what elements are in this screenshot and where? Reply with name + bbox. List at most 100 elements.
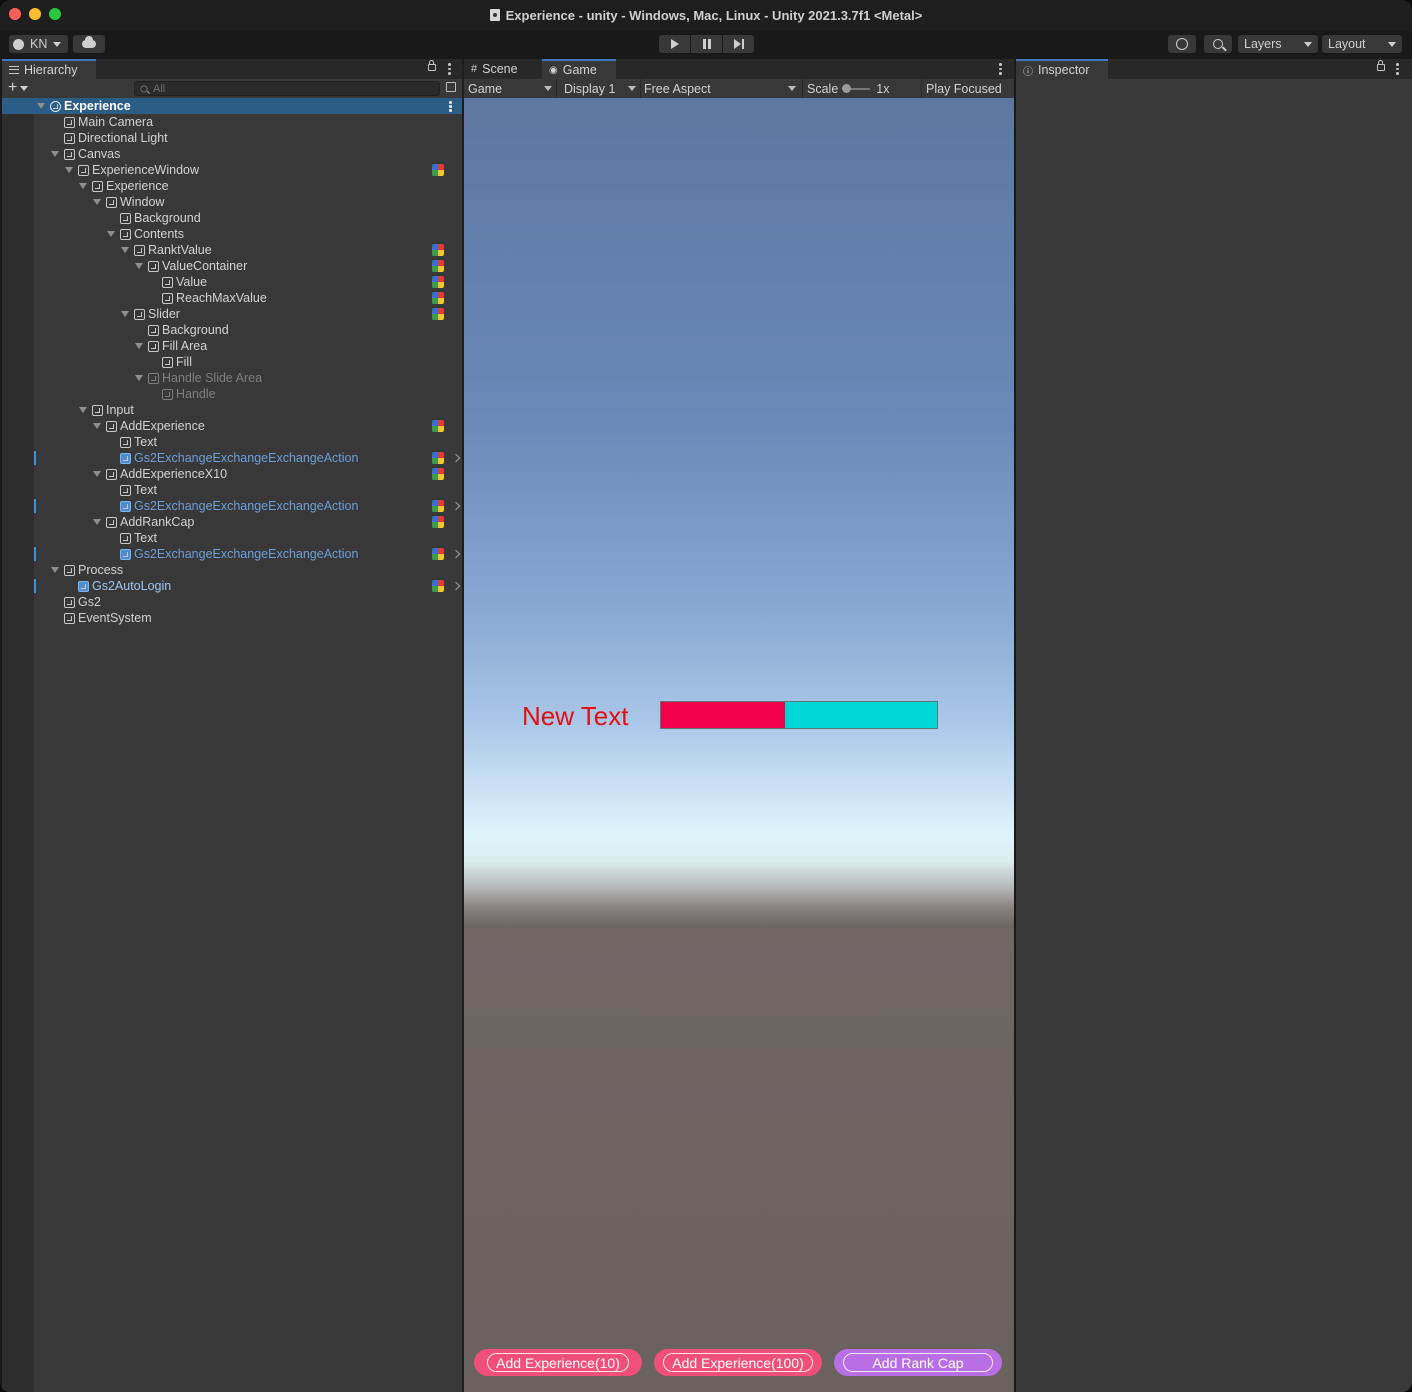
experience-slider[interactable] — [660, 701, 938, 729]
more-options-icon[interactable] — [999, 63, 1002, 75]
tab-hierarchy[interactable]: Hierarchy — [2, 59, 96, 79]
hierarchy-row[interactable]: Gs2 — [2, 594, 462, 610]
plus-icon: + — [8, 79, 18, 96]
play-focused-dropdown[interactable]: Play Focused — [926, 79, 1002, 98]
hierarchy-row[interactable]: ReachMaxValue — [2, 290, 462, 306]
hierarchy-row[interactable]: Fill — [2, 354, 462, 370]
game-viewport[interactable]: New Text Add Experience(10) Add Experien… — [464, 98, 1014, 1392]
hierarchy-row[interactable]: Text — [2, 434, 462, 450]
hierarchy-row[interactable]: Main Camera — [2, 114, 462, 130]
chevron-down-icon — [1388, 41, 1396, 47]
hierarchy-row[interactable]: Canvas — [2, 146, 462, 162]
expand-arrow-icon[interactable] — [93, 519, 101, 525]
hierarchy-row[interactable]: Gs2AutoLogin — [2, 578, 462, 594]
hierarchy-row[interactable]: Background — [2, 322, 462, 338]
expand-arrow-icon[interactable] — [107, 231, 115, 237]
add-experience-100-button[interactable]: Add Experience(100) — [654, 1349, 822, 1376]
hierarchy-search-input[interactable]: All — [134, 81, 440, 96]
hierarchy-row[interactable]: Background — [2, 210, 462, 226]
expand-arrow-icon[interactable] — [65, 167, 73, 173]
tab-scene[interactable]: # Scene — [464, 59, 542, 79]
scale-slider[interactable] — [842, 83, 871, 93]
hierarchy-row[interactable]: Gs2ExchangeExchangeExchangeAction — [2, 498, 462, 514]
account-dropdown[interactable]: KN — [9, 35, 68, 53]
hierarchy-row[interactable]: Handle — [2, 386, 462, 402]
chevron-right-icon[interactable] — [451, 549, 461, 559]
layers-dropdown[interactable]: Layers — [1238, 35, 1318, 53]
hierarchy-row-label: Gs2AutoLogin — [92, 579, 172, 593]
more-options-icon[interactable] — [449, 101, 452, 112]
expand-arrow-icon[interactable] — [51, 567, 59, 573]
gs2-component-icon — [432, 308, 444, 320]
step-button[interactable] — [723, 35, 754, 53]
add-rank-cap-button[interactable]: Add Rank Cap — [834, 1349, 1002, 1376]
expand-arrow-icon[interactable] — [93, 199, 101, 205]
hierarchy-row[interactable]: Window — [2, 194, 462, 210]
lock-icon[interactable] — [428, 60, 436, 71]
display-dropdown[interactable]: Display 1 — [564, 79, 636, 98]
layout-dropdown[interactable]: Layout — [1322, 35, 1402, 53]
chevron-right-icon[interactable] — [451, 501, 461, 511]
chevron-down-icon — [544, 86, 552, 91]
hierarchy-row[interactable]: Contents — [2, 226, 462, 242]
lock-icon[interactable] — [1377, 60, 1385, 71]
close-window-button[interactable] — [9, 8, 21, 20]
hierarchy-row-label: Fill — [176, 355, 192, 369]
tab-game[interactable]: ◉ Game — [542, 59, 616, 79]
expand-arrow-icon[interactable] — [121, 247, 129, 253]
expand-arrow-icon[interactable] — [37, 103, 45, 109]
expand-arrow-icon[interactable] — [79, 407, 87, 413]
hierarchy-row[interactable]: EventSystem — [2, 610, 462, 626]
hierarchy-row[interactable]: Handle Slide Area — [2, 370, 462, 386]
hierarchy-row[interactable]: Text — [2, 530, 462, 546]
minimize-window-button[interactable] — [29, 8, 41, 20]
expand-arrow-icon[interactable] — [135, 263, 143, 269]
hierarchy-row[interactable]: AddExperience — [2, 418, 462, 434]
scale-control[interactable]: Scale 1x — [807, 79, 889, 98]
zoom-window-button[interactable] — [49, 8, 61, 20]
hierarchy-row[interactable]: Experience — [2, 178, 462, 194]
hierarchy-row[interactable]: Directional Light — [2, 130, 462, 146]
hierarchy-row[interactable]: Input — [2, 402, 462, 418]
pause-button[interactable] — [691, 35, 722, 53]
expand-arrow-icon[interactable] — [121, 311, 129, 317]
view-mode-dropdown[interactable]: Game — [468, 79, 552, 98]
gs2-component-icon — [432, 420, 444, 432]
search-button[interactable] — [1204, 35, 1232, 53]
hierarchy-row[interactable]: AddExperienceX10 — [2, 466, 462, 482]
expand-arrow-icon[interactable] — [135, 343, 143, 349]
hierarchy-row[interactable]: AddRankCap — [2, 514, 462, 530]
hierarchy-row[interactable]: Fill Area — [2, 338, 462, 354]
expand-arrow-icon[interactable] — [79, 183, 87, 189]
grid-icon: # — [471, 63, 478, 75]
hierarchy-row[interactable]: ExperienceWindow — [2, 162, 462, 178]
game-toolbar: Game Display 1 Free Aspect Scale 1x Play — [464, 79, 1014, 98]
more-options-icon[interactable] — [448, 63, 451, 75]
hierarchy-row-label: Contents — [134, 227, 185, 241]
hierarchy-row[interactable]: Text — [2, 482, 462, 498]
more-options-icon[interactable] — [1396, 63, 1399, 75]
title-bar: Experience - unity - Windows, Mac, Linux… — [0, 0, 1412, 30]
chevron-right-icon[interactable] — [451, 581, 461, 591]
play-button[interactable] — [659, 35, 690, 53]
expand-arrow-icon[interactable] — [135, 375, 143, 381]
hierarchy-row[interactable]: Process — [2, 562, 462, 578]
undo-history-button[interactable] — [1168, 35, 1196, 53]
add-experience-10-button[interactable]: Add Experience(10) — [474, 1349, 642, 1376]
create-button[interactable]: + — [8, 79, 29, 96]
expand-arrow-icon[interactable] — [93, 423, 101, 429]
expand-arrow-icon[interactable] — [93, 471, 101, 477]
aspect-dropdown[interactable]: Free Aspect — [644, 79, 796, 98]
hierarchy-row[interactable]: ValueContainer — [2, 258, 462, 274]
hierarchy-row[interactable]: Experience — [2, 98, 462, 114]
scene-visibility-icon[interactable] — [446, 82, 456, 92]
hierarchy-row[interactable]: Gs2ExchangeExchangeExchangeAction — [2, 450, 462, 466]
tab-inspector[interactable]: ⓘ Inspector — [1016, 59, 1108, 79]
hierarchy-row[interactable]: RanktValue — [2, 242, 462, 258]
expand-arrow-icon[interactable] — [51, 151, 59, 157]
hierarchy-row[interactable]: Gs2ExchangeExchangeExchangeAction — [2, 546, 462, 562]
hierarchy-row[interactable]: Slider — [2, 306, 462, 322]
cloud-button[interactable] — [73, 35, 105, 53]
hierarchy-row[interactable]: Value — [2, 274, 462, 290]
chevron-right-icon[interactable] — [451, 453, 461, 463]
